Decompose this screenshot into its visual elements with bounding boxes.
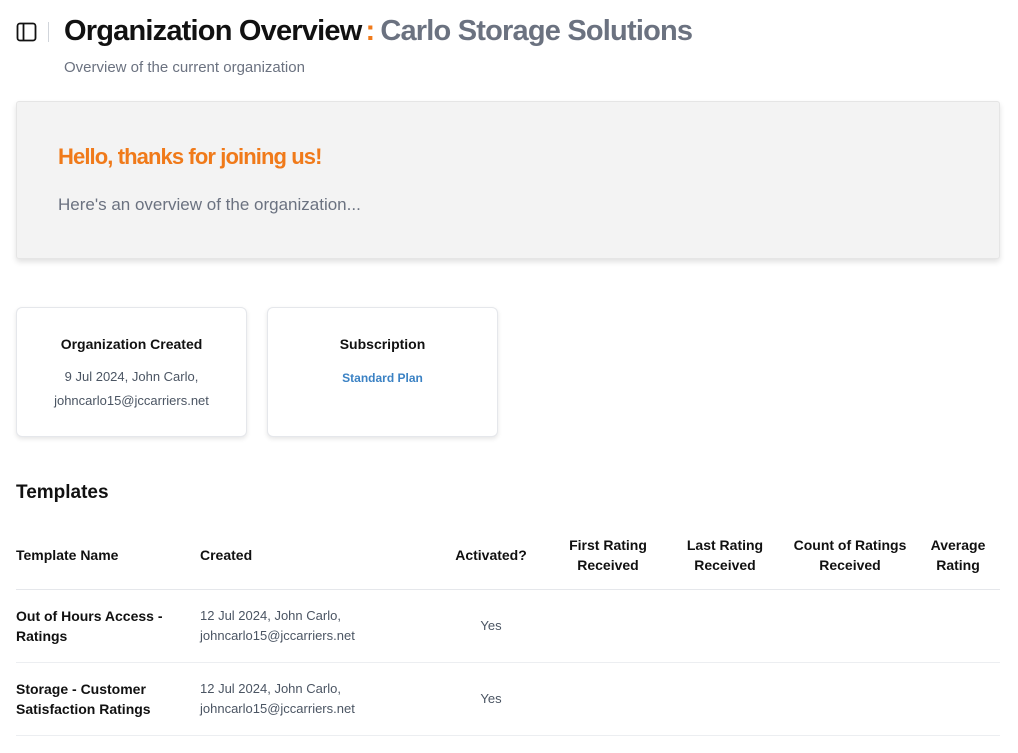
page-subtitle: Overview of the current organization	[64, 59, 305, 76]
templates-table: Template Name Created Activated? First R…	[16, 522, 1000, 736]
table-row[interactable]: Storage - Customer Satisfaction Ratings …	[16, 662, 1000, 736]
page-title-main: Organization Overview	[64, 15, 362, 47]
page-header: Organization Overview: Carlo Storage Solu…	[16, 14, 1006, 84]
template-created: 12 Jul 2024, John Carlo, johncarlo15@jcca…	[200, 662, 432, 736]
welcome-card: Hello, thanks for joining us! Here's an …	[16, 101, 1000, 259]
template-created: 12 Jul 2024, John Carlo, johncarlo15@jcca…	[200, 589, 432, 663]
column-header-count-ratings[interactable]: Count of Ratings Received	[784, 522, 916, 590]
sidebar-toggle-icon[interactable]	[16, 21, 38, 43]
subscription-plan-link[interactable]: Standard Plan	[268, 371, 497, 385]
template-created-date: 12 Jul 2024, John Carlo,	[200, 607, 341, 623]
column-header-template-name[interactable]: Template Name	[16, 522, 200, 590]
template-first-rating	[550, 662, 666, 736]
template-activated: Yes	[432, 589, 550, 663]
subscription-label: Subscription	[339, 336, 426, 352]
column-header-average-rating[interactable]: Average Rating	[916, 522, 1000, 590]
organization-created-card: Organization Created 9 Jul 2024, John Ca…	[16, 307, 247, 437]
templates-section-title: Templates	[16, 482, 109, 503]
column-header-first-rating[interactable]: First Rating Received	[550, 522, 666, 590]
template-count-ratings	[784, 662, 916, 736]
subscription-card: Subscription Standard Plan	[267, 307, 498, 437]
column-header-last-rating[interactable]: Last Rating Received	[666, 522, 784, 590]
template-created-email: johncarlo15@jccarriers.net	[200, 627, 355, 643]
header-divider	[48, 22, 49, 42]
template-average-rating	[916, 662, 1000, 736]
template-created-date: 12 Jul 2024, John Carlo,	[200, 680, 341, 696]
template-average-rating	[916, 589, 1000, 663]
template-first-rating	[550, 589, 666, 663]
organization-created-label: Organization Created	[60, 336, 203, 352]
welcome-heading: Hello, thanks for joining us!	[58, 144, 322, 169]
template-name[interactable]: Storage - Customer Satisfaction Ratings	[16, 662, 200, 736]
template-last-rating	[666, 662, 784, 736]
template-created-email: johncarlo15@jccarriers.net	[200, 700, 355, 716]
template-activated: Yes	[432, 662, 550, 736]
template-count-ratings	[784, 589, 916, 663]
template-name[interactable]: Out of Hours Access - Ratings	[16, 589, 200, 663]
table-header-row: Template Name Created Activated? First R…	[16, 522, 1000, 590]
page-title-separator: :	[365, 15, 375, 47]
column-header-activated[interactable]: Activated?	[432, 522, 550, 590]
organization-created-date: 9 Jul 2024, John Carlo,	[64, 369, 199, 384]
table-row[interactable]: Out of Hours Access - Ratings 12 Jul 202…	[16, 589, 1000, 663]
page-title: Organization Overview: Carlo Storage Solu…	[64, 14, 693, 48]
template-last-rating	[666, 589, 784, 663]
organization-name: Carlo Storage Solutions	[380, 15, 693, 47]
organization-created-email: johncarlo15@jccarriers.net	[54, 393, 209, 408]
column-header-created[interactable]: Created	[200, 522, 432, 590]
welcome-text: Here's an overview of the organization..…	[58, 195, 361, 214]
